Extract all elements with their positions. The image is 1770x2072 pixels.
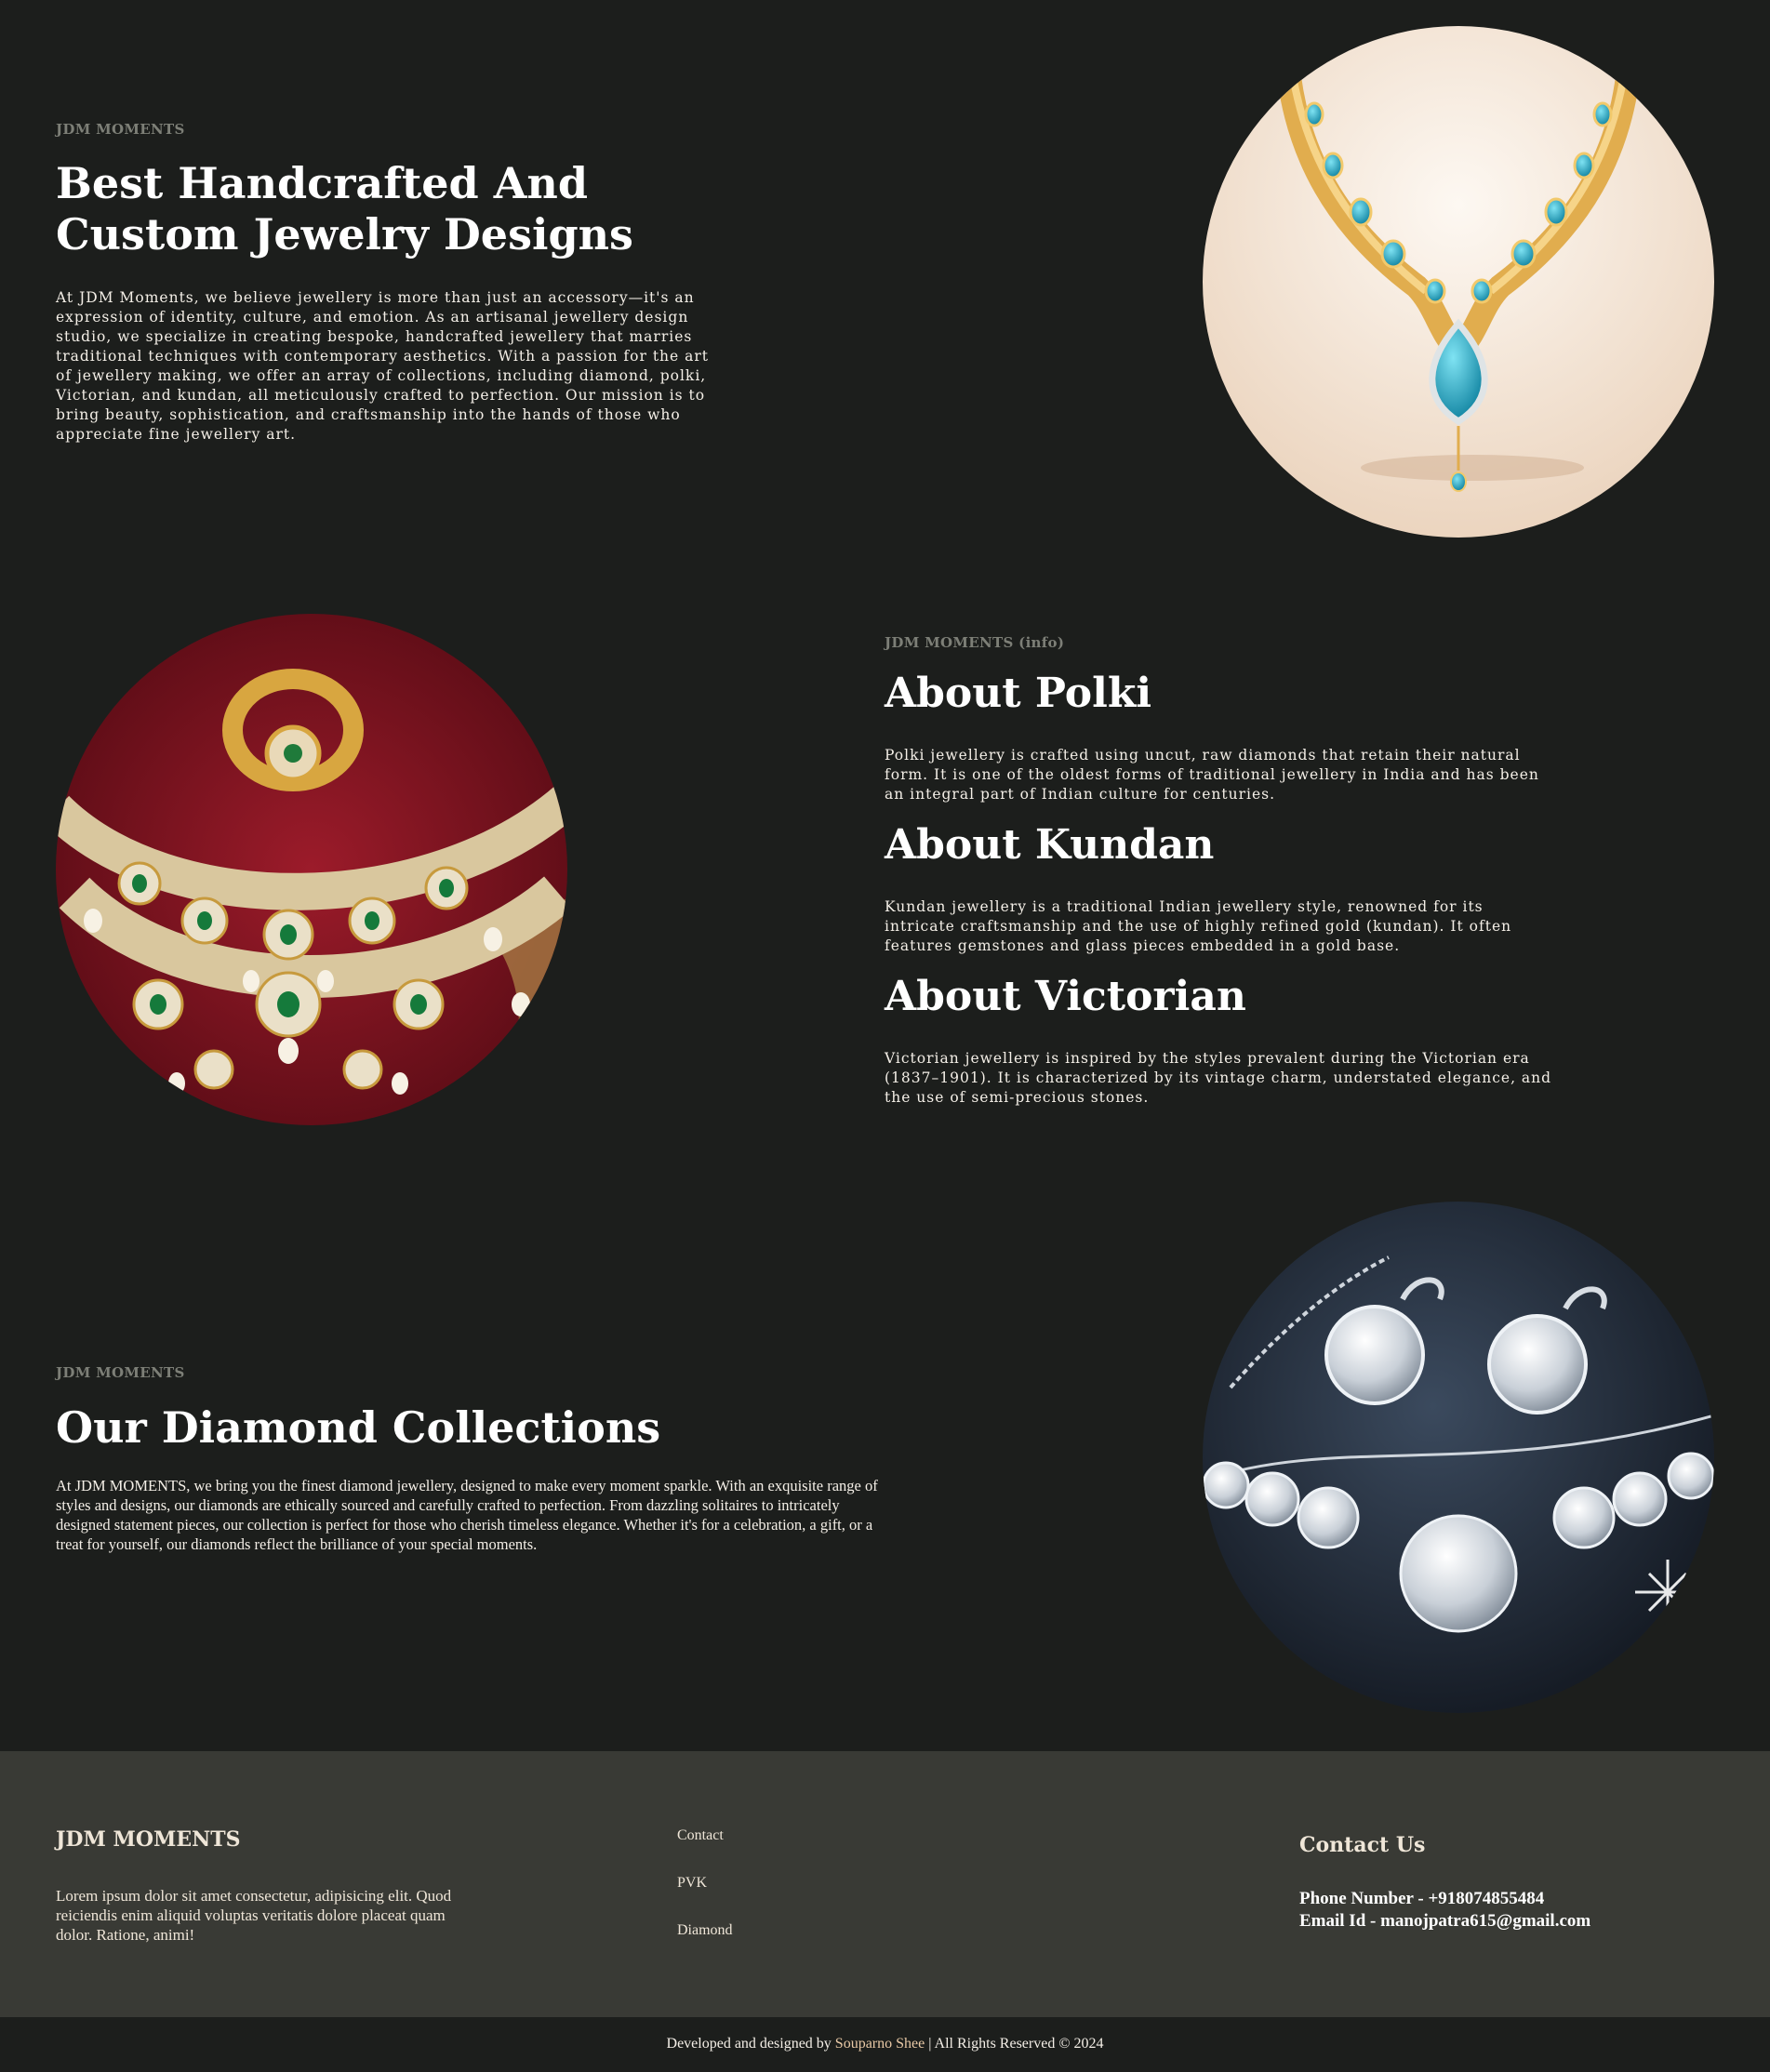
turquoise-necklace-illustration [1203,26,1714,538]
footer-link-contact[interactable]: Contact [677,1827,724,1844]
turquoise-necklace-image [1203,26,1714,538]
copyright-bar: Developed and designed by Souparno Shee … [0,2017,1770,2072]
diamond-title: Our Diamond Collections [56,1402,661,1453]
copyright-suffix: | All Rights Reserved © 2024 [928,2036,1104,2052]
footer-link-pvk[interactable]: PVK [677,1875,707,1892]
footer-link-diamond[interactable]: Diamond [677,1922,733,1939]
about-kundan-text: Kundan jewellery is a traditional Indian… [885,898,1512,954]
copyright-prefix: Developed and designed by [666,2036,832,2052]
footer-blurb: Lorem ipsum dolor sit amet consectetur, … [56,1887,452,1944]
contact-us-title: Contact Us [1299,1833,1426,1857]
kundan-polki-jewellery-image [56,614,567,1125]
diamond-illustration [1203,1202,1714,1713]
kundan-polki-illustration [56,614,567,1125]
footer-brand: JDM MOMENTS [56,1827,241,1852]
info-eyebrow: JDM MOMENTS (info) [885,634,1065,651]
site-footer: JDM MOMENTS Lorem ipsum dolor sit amet c… [0,1751,1770,2017]
about-victorian-text: Victorian jewellery is inspired by the s… [885,1050,1552,1106]
diamond-earrings-necklace-image [1203,1202,1714,1713]
about-kundan-title: About Kundan [885,821,1215,869]
diamond-eyebrow: JDM MOMENTS [56,1364,185,1381]
about-victorian-title: About Victorian [885,973,1246,1020]
hero-title: Best Handcrafted And Custom Jewelry Desi… [56,158,633,260]
contact-email: Email Id - manojpatra615@gmail.com [1299,1911,1591,1931]
contact-phone: Phone Number - +918074855484 [1299,1889,1545,1908]
diamond-description: At JDM MOMENTS, we bring you the finest … [56,1477,878,1553]
hero-description: At JDM Moments, we believe jewellery is … [56,289,710,443]
author-link[interactable]: Souparno Shee [835,2036,925,2052]
about-polki-text: Polki jewellery is crafted using uncut, … [885,747,1539,803]
copyright-text: Developed and designed by Souparno Shee … [0,2036,1770,2052]
about-polki-title: About Polki [885,670,1152,717]
hero-eyebrow: JDM MOMENTS [56,121,185,138]
hero-title-line-1: Best Handcrafted And [56,158,589,208]
hero-title-line-2: Custom Jewelry Designs [56,209,633,260]
